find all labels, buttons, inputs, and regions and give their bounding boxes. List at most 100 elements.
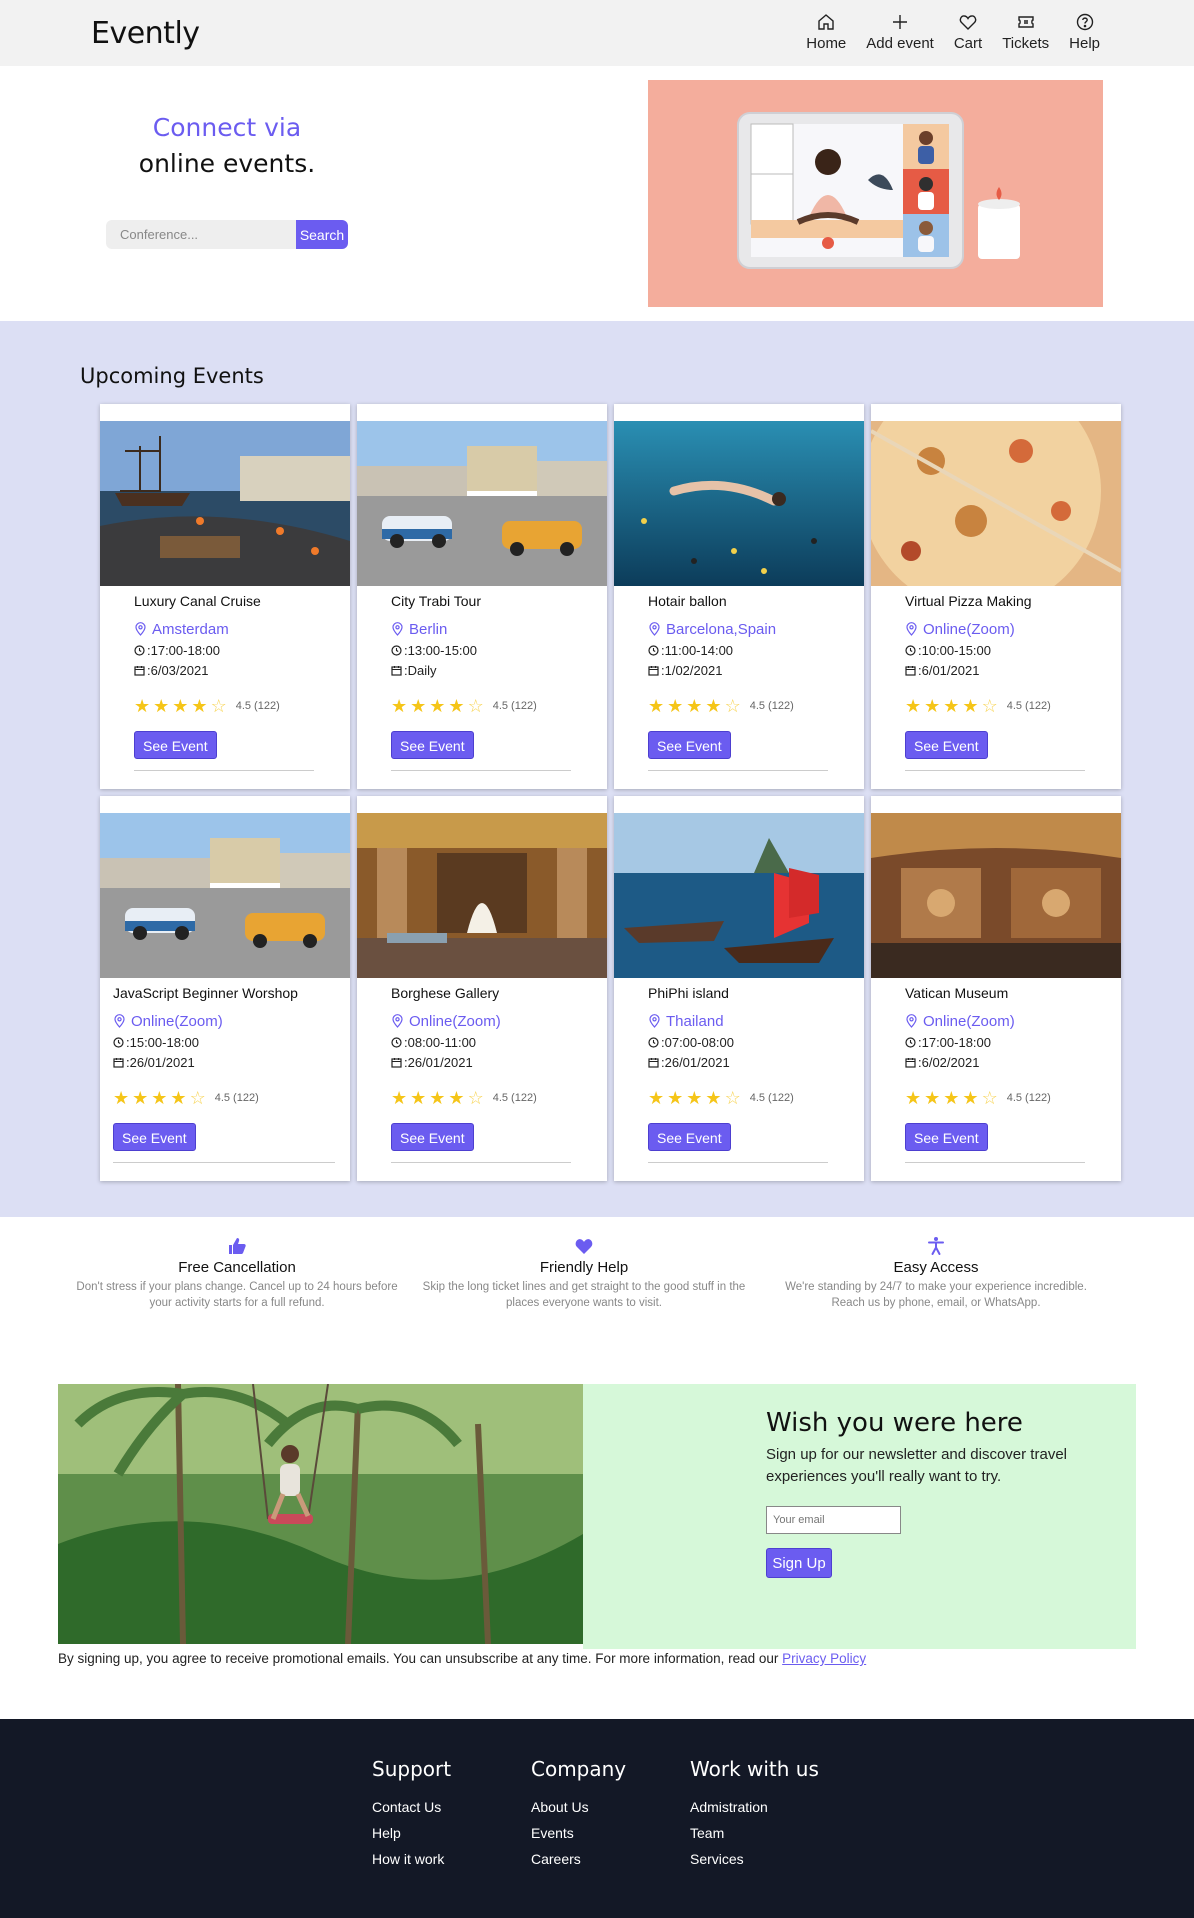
footer-link[interactable]: About Us <box>531 1799 626 1825</box>
event-title: PhiPhi island <box>648 985 729 1001</box>
clock-icon <box>905 1036 916 1048</box>
event-rating: ★ ★ ★ ★ ☆ 4.5 (122) <box>905 1088 1105 1108</box>
event-image[interactable] <box>871 421 1121 586</box>
footer-link[interactable]: Team <box>690 1825 819 1851</box>
help-icon <box>1076 13 1093 31</box>
clock-icon <box>391 644 402 656</box>
nav-cart[interactable]: Cart <box>954 12 982 52</box>
half-star-icon: ☆ <box>210 696 227 716</box>
footer: Support Contact Us Help How it work Comp… <box>0 1719 1194 1918</box>
half-star-icon: ☆ <box>981 696 998 716</box>
event-title: Borghese Gallery <box>391 985 500 1001</box>
see-event-button[interactable]: See Event <box>648 731 731 759</box>
see-event-button[interactable]: See Event <box>905 1123 988 1151</box>
event-card-body: Virtual Pizza Making Online(Zoom) :10:00… <box>905 593 1105 759</box>
event-rating-text: 4.5 (122) <box>749 1092 794 1104</box>
footer-col-company: Company About Us Events Careers <box>531 1757 626 1877</box>
privacy-policy-link[interactable]: Privacy Policy <box>782 1651 866 1666</box>
footer-link[interactable]: How it work <box>372 1851 451 1877</box>
event-location-label: Berlin <box>409 620 448 638</box>
star-icon: ★ <box>172 696 189 716</box>
event-location[interactable]: Online(Zoom) <box>113 1010 313 1032</box>
event-card: Borghese Gallery Online(Zoom) :08:00-11:… <box>357 796 607 1181</box>
event-location[interactable]: Amsterdam <box>134 618 334 640</box>
thumbs-up-icon <box>229 1238 246 1254</box>
search-input[interactable] <box>106 220 296 249</box>
event-date-label: :6/01/2021 <box>918 662 980 678</box>
half-star-icon: ☆ <box>981 1088 998 1108</box>
event-image[interactable] <box>357 421 607 586</box>
hero-search: Search <box>106 220 348 249</box>
star-icon: ★ <box>705 696 722 716</box>
event-image[interactable] <box>100 813 350 978</box>
feature-title: Free Cancellation <box>178 1259 296 1276</box>
footer-link[interactable]: Events <box>531 1825 626 1851</box>
footer-link[interactable]: Contact Us <box>372 1799 451 1825</box>
footer-link[interactable]: Services <box>690 1851 819 1877</box>
event-location[interactable]: Online(Zoom) <box>905 1010 1105 1032</box>
event-date-label: :Daily <box>404 662 437 678</box>
event-time-label: :17:00-18:00 <box>918 1034 992 1050</box>
event-time-label: :07:00-08:00 <box>661 1034 735 1050</box>
event-time-label: :15:00-18:00 <box>126 1034 200 1050</box>
event-time: :17:00-18:00 <box>134 640 334 660</box>
sign-up-button[interactable]: Sign Up <box>766 1548 832 1578</box>
event-time: :07:00-08:00 <box>648 1032 848 1052</box>
star-icon: ★ <box>429 696 446 716</box>
see-event-button[interactable]: See Event <box>905 731 988 759</box>
logo[interactable]: Evently <box>91 16 200 51</box>
nav-home[interactable]: Home <box>806 12 846 52</box>
see-event-button[interactable]: See Event <box>113 1123 196 1151</box>
see-event-button[interactable]: See Event <box>648 1123 731 1151</box>
footer-link[interactable]: Careers <box>531 1851 626 1877</box>
half-star-icon: ☆ <box>467 1088 484 1108</box>
event-image[interactable] <box>871 813 1121 978</box>
star-icon: ★ <box>686 696 703 716</box>
event-time: :08:00-11:00 <box>391 1032 591 1052</box>
newsletter-image <box>58 1384 583 1644</box>
event-location-label: Barcelona,Spain <box>666 620 777 638</box>
calendar-icon <box>113 1057 124 1068</box>
star-icon: ★ <box>943 696 960 716</box>
event-time-label: :08:00-11:00 <box>404 1034 477 1050</box>
event-rating: ★ ★ ★ ★ ☆ 4.5 (122) <box>391 1088 591 1108</box>
nav-add-event[interactable]: Add event <box>866 12 934 52</box>
email-field[interactable] <box>766 1506 901 1534</box>
event-location[interactable]: Berlin <box>391 618 591 640</box>
star-icon: ★ <box>429 1088 446 1108</box>
event-rating: ★ ★ ★ ★ ☆ 4.5 (122) <box>113 1088 313 1108</box>
event-location[interactable]: Online(Zoom) <box>391 1010 591 1032</box>
footer-col-title: Company <box>531 1757 627 1781</box>
search-button[interactable]: Search <box>296 220 348 249</box>
see-event-button[interactable]: See Event <box>134 731 217 759</box>
footer-link[interactable]: Admistration <box>690 1799 819 1825</box>
see-event-button[interactable]: See Event <box>391 731 474 759</box>
event-card: Vatican Museum Online(Zoom) :17:00-18:00… <box>871 796 1121 1181</box>
event-date: :26/01/2021 <box>113 1052 313 1072</box>
footer-col-title: Work with us <box>690 1757 819 1781</box>
event-image[interactable] <box>614 421 864 586</box>
event-card: Virtual Pizza Making Online(Zoom) :10:00… <box>871 404 1121 789</box>
nav-help[interactable]: Help <box>1069 12 1100 52</box>
hero-title: online events. <box>138 149 316 178</box>
event-rating-text: 4.5 (122) <box>235 700 280 712</box>
newsletter-title: Wish you were here <box>766 1408 1023 1438</box>
event-image[interactable] <box>100 421 350 586</box>
event-location[interactable]: Barcelona,Spain <box>648 618 848 640</box>
footer-link[interactable]: Help <box>372 1825 451 1851</box>
card-divider <box>391 1162 571 1163</box>
event-date-label: :6/03/2021 <box>147 662 209 678</box>
event-card: Luxury Canal Cruise Amsterdam :17:00-18:… <box>100 404 350 789</box>
half-star-icon: ☆ <box>724 1088 741 1108</box>
clock-icon <box>648 644 659 656</box>
event-image[interactable] <box>614 813 864 978</box>
see-event-button[interactable]: See Event <box>391 1123 474 1151</box>
event-title: Vatican Museum <box>905 985 1009 1001</box>
star-icon: ★ <box>151 1088 168 1108</box>
calendar-icon <box>905 665 916 676</box>
star-icon: ★ <box>391 696 408 716</box>
event-image[interactable] <box>357 813 607 978</box>
nav-tickets[interactable]: Tickets <box>1002 12 1049 52</box>
event-location[interactable]: Online(Zoom) <box>905 618 1105 640</box>
event-location[interactable]: Thailand <box>648 1010 848 1032</box>
